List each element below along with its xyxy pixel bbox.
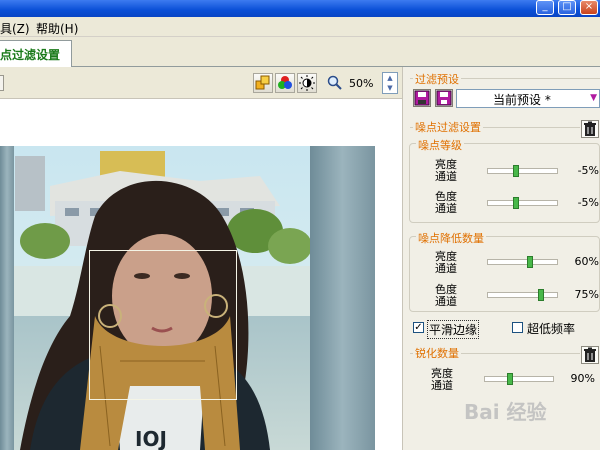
preset-title: 过滤预设 [413,71,461,87]
save-preset-icon[interactable] [413,89,431,107]
zoom-level: 50% [349,77,374,90]
tab-row: 点过滤设置 [0,37,600,68]
tab-label: 点过滤设置 [0,48,61,62]
luminance-level-slider[interactable] [487,165,558,177]
sharpen-title: 锐化数量 [413,345,461,361]
maximize-button[interactable]: □ [558,0,576,15]
svg-text:IOJ: IOJ [135,427,167,450]
trash-icon [584,121,596,136]
zoom-up-icon[interactable]: ▲ [383,73,397,83]
selection-rectangle[interactable] [89,250,237,400]
slider-thumb[interactable] [513,165,519,177]
chroma-reduction-value: 75% [574,288,599,301]
preset-select[interactable]: 当前预设 * ▼ [456,89,600,108]
chroma-level-slider[interactable] [487,197,558,209]
smooth-edges-checkbox[interactable]: ✓ [413,322,424,333]
close-button[interactable]: × [580,0,598,15]
menu-bar: 具(Z) 帮助(H) [0,17,600,37]
row-label: 亮度 通道 [435,250,457,275]
sharpen-luminance-slider[interactable] [484,373,554,385]
title-bar: _ □ × [0,0,600,17]
view-toolbar: 50% ▲ ▼ [0,67,402,99]
trash-icon [584,347,596,362]
chroma-level-value: -5% [577,196,599,209]
row-label: 色度 通道 [435,190,457,215]
delete-sharpen-button[interactable] [581,346,599,364]
smooth-edges-label[interactable]: 平滑边缘 [427,320,480,339]
noise-level-title: 噪点等级 [416,137,464,153]
delete-noise-filter-button[interactable] [581,120,599,138]
scroll-left-button[interactable] [0,75,4,91]
row-label: 亮度 通道 [431,367,453,392]
sharpen-luminance-value: 90% [570,372,595,385]
tab-noise-filter-settings[interactable]: 点过滤设置 [0,40,72,68]
slider-thumb[interactable] [538,289,544,301]
dropdown-arrow-icon[interactable]: ▼ [590,93,597,103]
luminance-level-value: -5% [577,164,599,177]
minimize-button[interactable]: _ [536,0,554,15]
menu-item-tools[interactable]: 具(Z) [0,20,30,37]
slider-thumb[interactable] [513,197,519,209]
slider-thumb[interactable] [507,373,513,385]
ultra-low-freq-checkbox[interactable] [512,322,523,333]
color-channels-icon[interactable] [275,73,295,93]
chroma-reduction-slider[interactable] [487,289,558,301]
preset-selected: 当前预设 * [493,93,551,107]
layers-icon[interactable] [253,73,273,93]
row-label: 亮度 通道 [435,158,457,183]
zoom-down-icon[interactable]: ▼ [383,83,397,93]
zoom-icon[interactable] [327,75,343,94]
zoom-stepper[interactable]: ▲ ▼ [382,72,398,94]
baidu-watermark: Bai 经验 [464,400,547,424]
slider-thumb[interactable] [527,256,533,268]
menu-item-help[interactable]: 帮助(H) [36,20,78,37]
brightness-icon[interactable] [297,73,317,93]
ultra-low-freq-label[interactable]: 超低频率 [527,320,575,337]
load-preset-icon[interactable] [435,89,453,107]
luminance-reduction-slider[interactable] [487,256,558,268]
check-icon: ✓ [414,322,423,333]
noise-reduction-title: 噪点降低数量 [416,230,486,246]
row-label: 色度 通道 [435,283,457,308]
noise-filter-title: 噪点过滤设置 [413,119,483,135]
luminance-reduction-value: 60% [574,255,599,268]
